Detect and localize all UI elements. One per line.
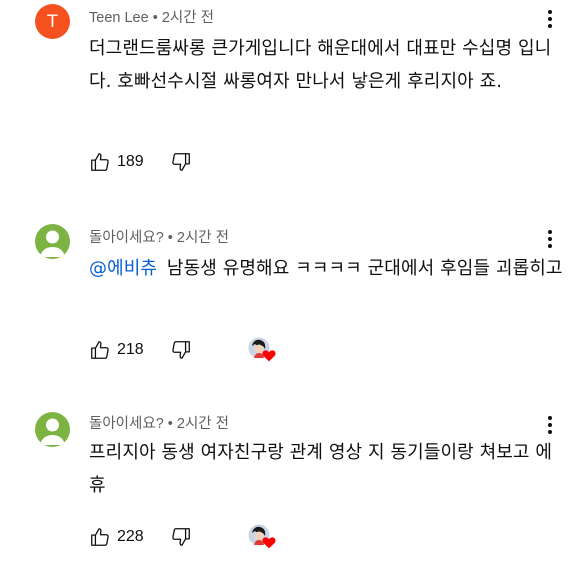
creator-heart-icon bbox=[262, 537, 276, 549]
comment-text: 프리지아 동생 여자친구랑 관계 영상 지 동기들이랑 쳐보고 에휴 bbox=[89, 436, 564, 502]
creator-heart[interactable] bbox=[248, 524, 276, 550]
avatar[interactable]: T bbox=[35, 4, 70, 39]
comment-time[interactable]: 2시간 전 bbox=[162, 10, 214, 26]
avatar-initial: T bbox=[47, 11, 58, 32]
like-button[interactable]: 228 bbox=[89, 526, 144, 548]
comment-time[interactable]: 2시간 전 bbox=[177, 416, 229, 432]
comment-text: 더그랜드룸싸롱 큰가게입니다 해운대에서 대표만 수십명 입니다. 호빠선수시절… bbox=[89, 32, 564, 98]
dislike-button[interactable] bbox=[170, 526, 192, 548]
creator-heart[interactable] bbox=[248, 337, 276, 363]
comment-body: 더그랜드룸싸롱 큰가게입니다 해운대에서 대표만 수십명 입니다. 호빠선수시절… bbox=[89, 38, 552, 92]
comment-meta: 돌아이세요? • 2시간 전 bbox=[89, 412, 229, 433]
dislike-button[interactable] bbox=[170, 339, 192, 361]
like-count: 218 bbox=[117, 341, 144, 358]
thumb-up-outline-icon bbox=[91, 341, 109, 359]
avatar[interactable] bbox=[35, 412, 70, 447]
comment-time[interactable]: 2시간 전 bbox=[177, 230, 229, 246]
default-person-icon bbox=[40, 230, 65, 257]
like-button[interactable]: 189 bbox=[89, 151, 144, 173]
comment-actions: 189 bbox=[89, 148, 192, 176]
thumb-down-outline-icon bbox=[171, 528, 190, 546]
more-vert-icon[interactable] bbox=[544, 228, 556, 250]
comment-item: 돌아이세요? • 2시간 전 @에비츄 남동생 유명해요 ㅋㅋㅋㅋ 군대에서 후… bbox=[0, 190, 577, 380]
comment-meta: 돌아이세요? • 2시간 전 bbox=[89, 226, 229, 247]
comment-item: 돌아이세요? • 2시간 전 프리지아 동생 여자친구랑 관계 영상 지 동기들… bbox=[0, 380, 577, 565]
comment-meta: Teen Lee • 2시간 전 bbox=[89, 6, 214, 27]
mention-link[interactable]: @에비츄 bbox=[89, 258, 157, 279]
comment-item: T Teen Lee • 2시간 전 더그랜드룸싸롱 큰가게입니다 해운대에서 … bbox=[0, 0, 577, 190]
meta-separator: • bbox=[167, 230, 173, 246]
comment-text: @에비츄 남동생 유명해요 ㅋㅋㅋㅋ 군대에서 후임들 괴롭히고 bbox=[89, 252, 564, 285]
dislike-button[interactable] bbox=[170, 151, 192, 173]
comment-body: 남동생 유명해요 ㅋㅋㅋㅋ 군대에서 후임들 괴롭히고 bbox=[166, 258, 563, 279]
like-button[interactable]: 218 bbox=[89, 339, 144, 361]
meta-separator: • bbox=[167, 416, 173, 432]
thumb-down-outline-icon bbox=[171, 153, 190, 171]
avatar[interactable] bbox=[35, 224, 70, 259]
meta-separator: • bbox=[152, 10, 158, 26]
comment-body: 프리지아 동생 여자친구랑 관계 영상 지 동기들이랑 쳐보고 에휴 bbox=[89, 442, 553, 496]
like-count: 189 bbox=[117, 153, 144, 170]
like-count: 228 bbox=[117, 528, 144, 545]
thumb-down-outline-icon bbox=[171, 341, 190, 359]
author-name[interactable]: 돌아이세요? bbox=[89, 230, 164, 246]
creator-heart-icon bbox=[262, 350, 276, 362]
comment-actions: 228 bbox=[89, 523, 276, 551]
comment-actions: 218 bbox=[89, 336, 276, 364]
thumb-up-outline-icon bbox=[91, 528, 109, 546]
more-vert-icon[interactable] bbox=[544, 8, 556, 30]
default-person-icon bbox=[40, 418, 65, 445]
thumb-up-outline-icon bbox=[91, 153, 109, 171]
more-vert-icon[interactable] bbox=[544, 414, 556, 436]
author-name[interactable]: Teen Lee bbox=[89, 10, 149, 26]
author-name[interactable]: 돌아이세요? bbox=[89, 416, 164, 432]
